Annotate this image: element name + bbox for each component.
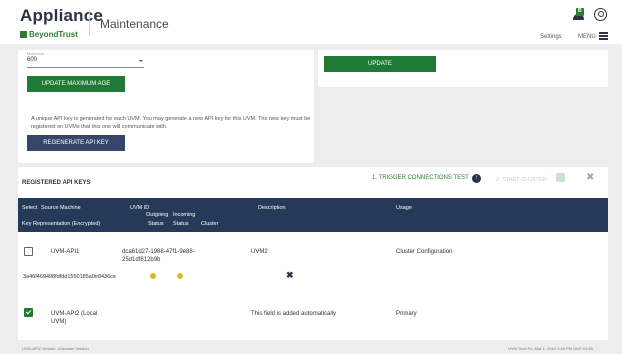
profile-icon[interactable] (594, 8, 607, 21)
user-badge-icon[interactable]: B (573, 8, 585, 20)
trigger-connections-test-link[interactable]: 1. TRIGGER CONNECTIONS TEST (372, 175, 469, 181)
source-machine-cell: UVM-API2 (Local UVM) (51, 311, 98, 325)
menu-link[interactable]: MENU (578, 34, 596, 40)
col-source-machine: Source Machine (41, 205, 81, 211)
delete-key-icon[interactable]: ✖ (286, 271, 294, 280)
col-outgoing: Outgoing (146, 212, 169, 218)
col-uvm-id: UVM ID (130, 205, 150, 211)
cluster-icon[interactable] (556, 173, 565, 182)
app-header: Appliance BeyondTrust Maintenance B Sett… (0, 0, 622, 44)
arrow-up-icon[interactable]: ↑ (472, 174, 481, 183)
description-cell: This field is added automatically (251, 311, 337, 317)
col-cluster: Cluster (201, 221, 219, 227)
incoming-status-indicator (177, 273, 183, 279)
regenerate-api-key-button[interactable]: REGENERATE API KEY (27, 135, 125, 151)
user-badge-letter: B (578, 8, 582, 14)
registered-api-keys-section: REGISTERED API KEYS 1. TRIGGER CONNECTIO… (18, 167, 608, 340)
api-settings-panel: Maximum... 600 UPDATE MAXIMUM AGE A uniq… (18, 50, 314, 163)
update-panel: UPDATE (318, 50, 608, 87)
brand-logo: BeyondTrust (20, 30, 78, 39)
update-button[interactable]: UPDATE (324, 56, 436, 72)
outgoing-status-indicator (150, 273, 156, 279)
col-select: Select (22, 205, 38, 211)
footer-version: UVM-API2 Version: Unknown Version (22, 346, 89, 351)
col-incoming-status: Status (173, 221, 189, 227)
page-title: Maintenance (100, 17, 169, 31)
col-key-representation: Key Representation (Encrypted) (22, 221, 101, 227)
brand-name: BeyondTrust (29, 30, 78, 39)
description-cell: UVM2 (251, 249, 268, 255)
max-age-select[interactable]: 600 (27, 57, 144, 68)
settings-link[interactable]: Settings (540, 34, 562, 40)
table-row[interactable]: UVM-API2 (Local UVM) This field is added… (18, 307, 608, 337)
col-incoming: Incoming (173, 212, 196, 218)
close-icon[interactable]: ✖ (586, 173, 594, 183)
header-divider (89, 10, 90, 36)
key-cell: 3a46f469498fdfdd1550185a0e8436ce (23, 274, 116, 280)
footer-time: UVM Time:Fri, Mar 1, 2019 1:40 PM GMT-04… (508, 346, 594, 351)
max-age-value: 600 (27, 57, 38, 63)
table-row[interactable]: UVM-API1 dca61d27-1988-47f1-9e88-25d1df8… (18, 243, 608, 293)
update-max-age-button[interactable]: UPDATE MAXIMUM AGE (27, 76, 125, 92)
row-select-checkbox[interactable] (24, 308, 33, 317)
col-description: Description (258, 205, 286, 211)
uvm-id-cell: dca61d27-1988-47f1-9e88-25d1df812b9b (122, 249, 195, 263)
chevron-down-icon (139, 60, 143, 62)
usage-cell: Cluster Configuration (396, 249, 453, 255)
max-age-label: Maximum... (27, 51, 48, 56)
usage-cell: Primary (396, 311, 417, 317)
start-cluster-link[interactable]: 2. START CLUSTER (496, 177, 547, 183)
table-header: Select Source Machine UVM ID Outgoing In… (18, 198, 608, 232)
hamburger-menu-icon[interactable] (599, 32, 608, 40)
app-title[interactable]: Appliance (20, 6, 103, 26)
col-outgoing-status: Status (148, 221, 164, 227)
source-machine-cell: UVM-API1 (51, 249, 80, 255)
section-title: REGISTERED API KEYS (22, 180, 91, 186)
api-key-info-text: A unique API key is generated for each U… (31, 116, 311, 130)
beyondtrust-icon (20, 31, 27, 38)
row-select-checkbox[interactable] (24, 247, 33, 256)
col-usage: Usage (396, 205, 412, 211)
